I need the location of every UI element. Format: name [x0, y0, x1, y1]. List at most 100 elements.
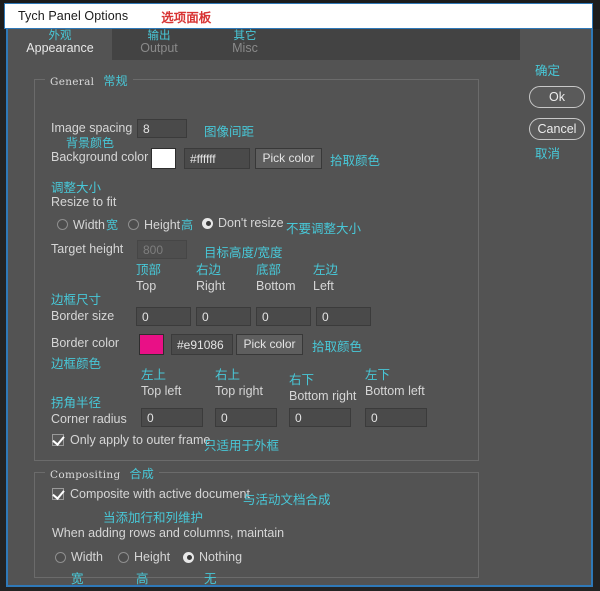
- maintain-option-height-radio[interactable]: [118, 552, 129, 563]
- maintain-option-width-radio[interactable]: [55, 552, 66, 563]
- border-size-col-right-en: Right: [196, 278, 225, 294]
- resize-option-dont-resize-label: Don't resize: [218, 216, 284, 230]
- tab-appearance-translation: 外观: [8, 29, 112, 43]
- resize-to-fit-label: Resize to fit: [51, 195, 116, 209]
- composite-active-document-label: Composite with active document: [70, 487, 250, 501]
- maintain-option-height-translation: 高: [136, 568, 149, 587]
- general-group-legend-en: General: [50, 76, 94, 88]
- corner-radius-col-top-left: 左上 Top left: [141, 368, 181, 399]
- general-group-legend-cn: 常规: [103, 74, 128, 88]
- corner-radius-col-bottom-right-cn: 右下: [289, 373, 356, 388]
- resize-option-width-label: Width: [73, 218, 105, 232]
- corner-radius-top-right-input[interactable]: [215, 408, 277, 427]
- tab-strip: 外观 Appearance 输出 Output 其它 Misc: [8, 29, 520, 60]
- border-color-hex-input[interactable]: [171, 334, 233, 355]
- window-title: Tych Panel Options: [18, 9, 128, 23]
- border-pick-color-button[interactable]: Pick color: [236, 334, 303, 355]
- resize-option-width-translation: 宽: [106, 216, 118, 233]
- resize-option-dont-resize-radio[interactable]: [202, 218, 213, 229]
- corner-radius-col-top-right: 右上 Top right: [215, 368, 263, 399]
- border-size-translation: 边框尺寸: [51, 293, 114, 308]
- border-size-col-left: 左边 Left: [313, 263, 338, 294]
- corner-radius-col-bottom-right-en: Bottom right: [289, 388, 356, 404]
- border-size-col-bottom-cn: 底部: [256, 263, 296, 278]
- border-size-bottom-input[interactable]: [256, 307, 311, 326]
- ok-button[interactable]: Ok: [529, 86, 585, 108]
- corner-radius-col-bottom-right: 右下 Bottom right: [289, 373, 356, 404]
- maintain-translation: 当添加行和列维护: [103, 507, 203, 526]
- corner-radius-col-bottom-left-en: Bottom left: [365, 383, 425, 399]
- border-size-col-right-cn: 右边: [196, 263, 225, 278]
- tab-misc-translation: 其它: [206, 29, 284, 43]
- options-panel: 外观 Appearance 输出 Output 其它 Misc General 常…: [8, 29, 591, 585]
- corner-radius-col-bottom-left: 左下 Bottom left: [365, 368, 425, 399]
- target-height-translation: 目标高度/宽度: [204, 242, 282, 261]
- window-titlebar: Tych Panel Options 选项面板: [4, 3, 593, 29]
- border-color-swatch[interactable]: [139, 334, 164, 355]
- border-size-col-bottom: 底部 Bottom: [256, 263, 296, 294]
- target-height-label: Target height: [51, 242, 123, 256]
- border-color-translation: 边框颜色: [51, 353, 101, 372]
- target-height-input[interactable]: [137, 240, 187, 259]
- border-size-right-input[interactable]: [196, 307, 251, 326]
- corner-radius-top-left-input[interactable]: [141, 408, 203, 427]
- only-outer-frame-translation: 只适用于外框: [204, 435, 279, 454]
- composite-active-document-translation: 与活动文档合成: [243, 489, 331, 508]
- maintain-option-width-label: Width: [71, 550, 103, 564]
- corner-radius-label-stack: 拐角半径 Corner radius: [51, 396, 127, 427]
- background-color-hex-input[interactable]: [184, 148, 250, 169]
- only-outer-frame-checkbox[interactable]: [52, 434, 64, 446]
- tab-misc[interactable]: 其它 Misc: [206, 29, 284, 60]
- dont-resize-translation: 不要调整大小: [286, 218, 361, 237]
- composite-active-document-row[interactable]: Composite with active document: [52, 487, 250, 501]
- tab-appearance[interactable]: 外观 Appearance: [8, 29, 112, 60]
- window-title-translation: 选项面板: [161, 7, 211, 26]
- background-pick-color-button[interactable]: Pick color: [255, 148, 322, 169]
- corner-radius-col-top-right-en: Top right: [215, 383, 263, 399]
- border-size-col-left-cn: 左边: [313, 263, 338, 278]
- border-pick-color-translation: 拾取颜色: [312, 336, 362, 355]
- tab-appearance-label: Appearance: [26, 41, 93, 55]
- maintain-option-nothing-radio[interactable]: [183, 552, 194, 563]
- image-spacing-label: Image spacing: [51, 121, 132, 135]
- only-outer-frame-label: Only apply to outer frame: [70, 433, 210, 447]
- resize-option-height-radio[interactable]: [128, 219, 139, 230]
- border-size-col-top-en: Top: [136, 278, 161, 294]
- tab-output-translation: 输出: [112, 29, 206, 43]
- corner-radius-col-top-left-en: Top left: [141, 383, 181, 399]
- maintain-option-height[interactable]: Height: [118, 550, 170, 564]
- image-spacing-input[interactable]: [137, 119, 187, 138]
- cancel-translation: 取消: [535, 143, 560, 162]
- only-outer-frame-checkbox-row[interactable]: Only apply to outer frame: [52, 433, 210, 447]
- resize-option-height[interactable]: Height 高: [128, 216, 193, 233]
- corner-radius-col-top-right-cn: 右上: [215, 368, 263, 383]
- background-color-label: Background color: [51, 150, 148, 164]
- resize-option-dont-resize[interactable]: Don't resize: [202, 216, 284, 230]
- window-border-bottom: [6, 585, 593, 587]
- background-color-swatch[interactable]: [151, 148, 176, 169]
- border-size-left-input[interactable]: [316, 307, 371, 326]
- border-size-col-right: 右边 Right: [196, 263, 225, 294]
- resize-to-fit-translation: 调整大小: [51, 177, 101, 196]
- maintain-label: When adding rows and columns, maintain: [52, 526, 284, 540]
- resize-option-width[interactable]: Width 宽: [57, 216, 118, 233]
- maintain-option-nothing-label: Nothing: [199, 550, 242, 564]
- composite-active-document-checkbox[interactable]: [52, 488, 64, 500]
- border-size-top-input[interactable]: [136, 307, 191, 326]
- maintain-option-nothing[interactable]: Nothing: [183, 550, 242, 564]
- maintain-option-height-label: Height: [134, 550, 170, 564]
- cancel-button[interactable]: Cancel: [529, 118, 585, 140]
- tab-output-label: Output: [140, 41, 178, 55]
- border-size-col-top-cn: 顶部: [136, 263, 161, 278]
- resize-option-width-radio[interactable]: [57, 219, 68, 230]
- tab-output[interactable]: 输出 Output: [112, 29, 206, 60]
- maintain-option-width[interactable]: Width: [55, 550, 103, 564]
- resize-option-height-translation: 高: [181, 216, 193, 233]
- image-spacing-translation: 图像间距: [204, 121, 254, 140]
- background-pick-color-translation: 拾取颜色: [330, 150, 380, 169]
- border-color-label: Border color: [51, 336, 119, 350]
- border-size-label: Border size: [51, 308, 114, 324]
- compositing-group-legend-en: Compositing: [50, 469, 120, 481]
- corner-radius-bottom-left-input[interactable]: [365, 408, 427, 427]
- corner-radius-bottom-right-input[interactable]: [289, 408, 351, 427]
